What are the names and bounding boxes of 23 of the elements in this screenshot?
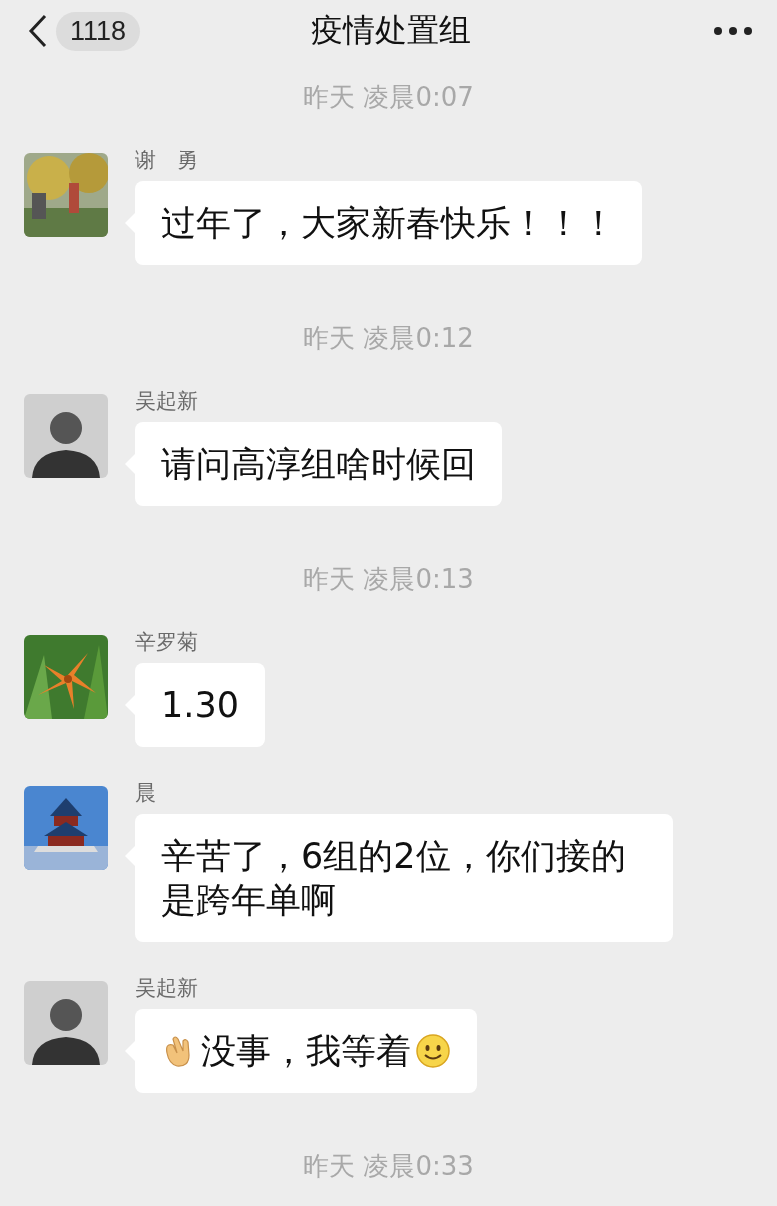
timestamp: 昨天 凌晨0:12 — [303, 323, 474, 353]
smile-icon — [415, 1033, 451, 1069]
sender-name: 晨 — [135, 781, 156, 806]
back-button[interactable]: 1118 — [28, 11, 141, 51]
timestamp: 昨天 凌晨0:07 — [303, 82, 474, 112]
message-bubble[interactable]: 辛苦了，6组的2位，你们接的是跨年单啊 — [135, 814, 673, 942]
person-avatar[interactable] — [24, 981, 108, 1065]
back-icon — [28, 14, 48, 48]
message-bubble[interactable]: 没事，我等着 — [135, 1009, 477, 1093]
message-bubble[interactable]: 过年了，大家新春快乐！！！ — [135, 181, 642, 265]
message-bubble[interactable]: 1.30 — [135, 663, 265, 747]
unread-count: 1118 — [56, 11, 141, 51]
message-bubble[interactable]: 请问高淳组啥时候回 — [135, 422, 502, 506]
sender-name: 辛罗菊 — [135, 630, 198, 655]
person-avatar[interactable] — [24, 394, 108, 478]
more-button[interactable] — [713, 26, 753, 36]
chat-title: 疫情处置组 — [310, 10, 471, 51]
more-icon — [713, 26, 753, 36]
sender-name: 吴起新 — [135, 976, 198, 1001]
timestamp: 昨天 凌晨0:33 — [303, 1151, 474, 1181]
sender-name: 吴起新 — [135, 389, 198, 414]
timestamp: 昨天 凌晨0:13 — [303, 564, 474, 594]
sender-name: 谢 勇 — [135, 148, 198, 173]
